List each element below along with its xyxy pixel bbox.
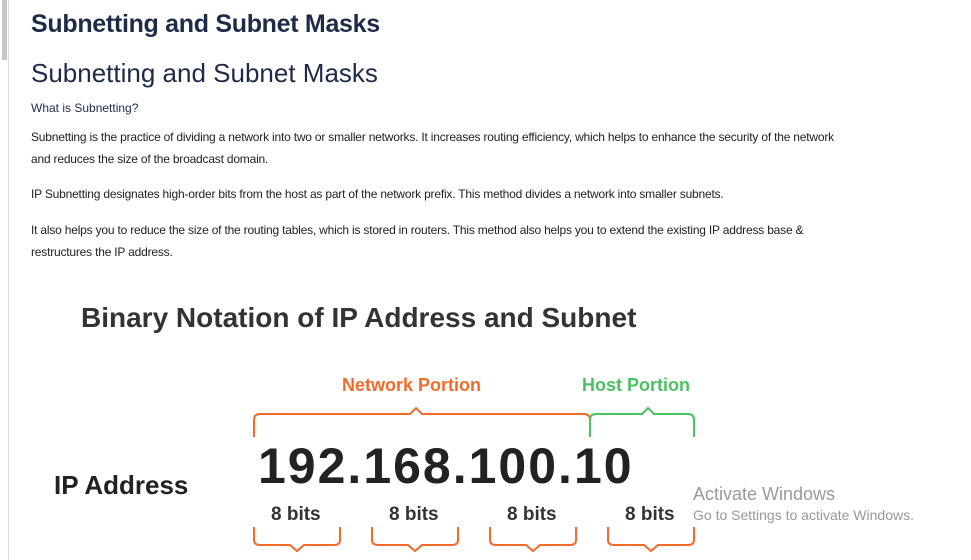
bits-bracket-4 bbox=[607, 527, 695, 553]
bits-label: 8 bits bbox=[507, 504, 557, 525]
page-title: Subnetting and Subnet Masks bbox=[31, 10, 380, 38]
ip-address-diagram: Binary Notation of IP Address and Subnet… bbox=[40, 290, 720, 560]
section-question: What is Subnetting? bbox=[31, 101, 139, 115]
figure-title: Binary Notation of IP Address and Subnet bbox=[81, 302, 637, 333]
paragraph: Subnetting is the practice of dividing a… bbox=[31, 130, 834, 166]
bits-label: 8 bits bbox=[389, 504, 439, 525]
network-portion-label: Network Portion bbox=[342, 375, 482, 395]
bits-label: 8 bits bbox=[625, 504, 675, 525]
host-portion-label: Host Portion bbox=[582, 375, 690, 395]
bits-bracket-3 bbox=[489, 527, 577, 553]
ip-address-label: IP Address bbox=[54, 470, 189, 500]
watermark-subtitle: Go to Settings to activate Windows. bbox=[693, 507, 914, 523]
left-divider bbox=[8, 0, 9, 560]
paragraph: IP Subnetting designates high-order bits… bbox=[31, 187, 724, 201]
host-bracket bbox=[589, 406, 695, 437]
paragraph: It also helps you to reduce the size of … bbox=[31, 223, 804, 259]
ip-address-value: 192.168.100.10 bbox=[258, 438, 634, 494]
scrollbar-thumb[interactable] bbox=[2, 0, 7, 60]
activate-windows-watermark: Activate Windows Go to Settings to activ… bbox=[693, 484, 914, 523]
network-bracket bbox=[253, 406, 591, 437]
article-heading: Subnetting and Subnet Masks bbox=[31, 58, 378, 88]
bits-bracket-1 bbox=[253, 527, 341, 553]
bits-label: 8 bits bbox=[271, 504, 321, 525]
bits-bracket-2 bbox=[371, 527, 459, 553]
watermark-title: Activate Windows bbox=[693, 484, 836, 504]
